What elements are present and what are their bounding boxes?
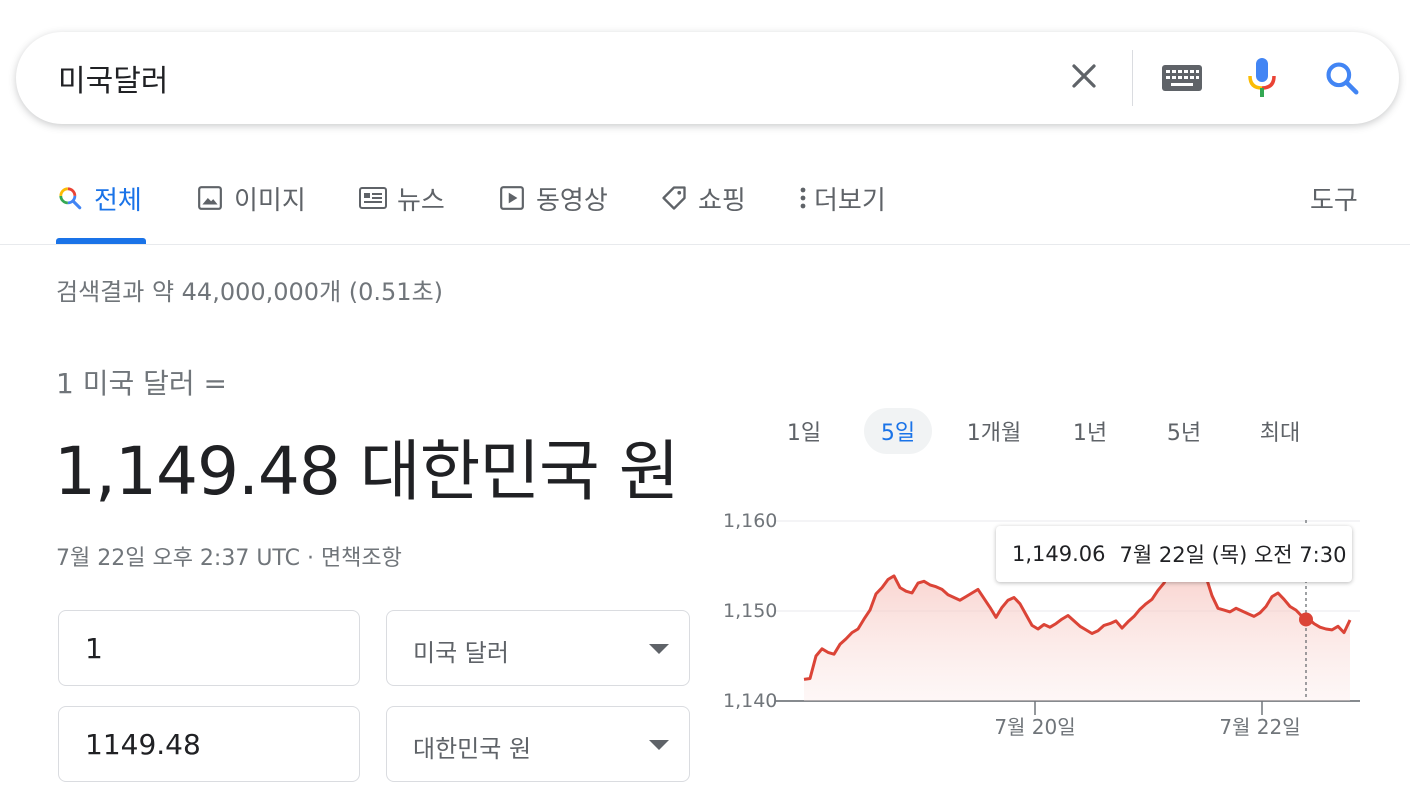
news-icon (359, 184, 387, 212)
tag-icon (660, 184, 688, 212)
tab-more[interactable]: 더보기 (796, 180, 886, 244)
from-amount-input[interactable] (59, 611, 359, 685)
mic-icon (1248, 58, 1276, 97)
x-tick-label: 7월 20일 (994, 715, 1075, 739)
range-tab-1y[interactable]: 1년 (1060, 408, 1120, 454)
conversion-result: 1,149.48 대한민국 원 (54, 433, 679, 510)
tab-label: 이미지 (234, 186, 306, 216)
conversion-meta: 7월 22일 오후 2:37 UTC · 면책조항 (56, 540, 402, 572)
y-tick-label: 1,140 (723, 690, 777, 712)
range-tab-1m[interactable]: 1개월 (958, 408, 1030, 454)
clear-button[interactable] (1062, 54, 1106, 98)
conversion-label: 1 미국 달러 = (56, 367, 228, 400)
hover-point (1299, 612, 1313, 627)
tab-videos[interactable]: 동영상 (498, 180, 608, 244)
video-icon (498, 184, 526, 212)
tab-label: 동영상 (536, 186, 608, 216)
tools-button[interactable]: 도구 (1310, 180, 1358, 217)
to-currency-value: 대한민국 원 (413, 735, 532, 763)
from-currency-value: 미국 달러 (413, 639, 509, 667)
result-stats: 검색결과 약 44,000,000개 (0.51초) (56, 278, 444, 306)
chart-tooltip: 1,149.06 7월 22일 (목) 오전 7:30 (996, 526, 1352, 582)
to-currency-select[interactable]: 대한민국 원 (386, 706, 690, 782)
tooltip-time: 7월 22일 (목) 오전 7:30 (1119, 543, 1347, 567)
disclaimer-link[interactable]: 면책조항 (321, 546, 402, 571)
dropdown-caret-icon (649, 644, 669, 654)
conversion-timestamp: 7월 22일 오후 2:37 UTC (56, 546, 300, 571)
keyboard-button[interactable] (1160, 58, 1204, 98)
more-vert-icon (796, 184, 810, 212)
range-tab-5d[interactable]: 5일 (864, 408, 932, 454)
close-icon (1072, 64, 1096, 88)
voice-search-button[interactable] (1242, 54, 1282, 102)
y-tick-label: 1,160 (723, 510, 777, 532)
y-tick-label: 1,150 (723, 600, 777, 622)
search-input[interactable]: 미국달러 (58, 56, 168, 100)
range-tab-1d[interactable]: 1일 (776, 408, 832, 454)
to-amount-input[interactable] (59, 707, 359, 781)
search-icon (1326, 62, 1359, 95)
image-icon (196, 184, 224, 212)
from-currency-select[interactable]: 미국 달러 (386, 610, 690, 686)
search-tabs: 전체 이미지 뉴스 동영상 쇼핑 더보기 도구 (0, 150, 1410, 245)
search-divider (1132, 50, 1133, 106)
tab-news[interactable]: 뉴스 (359, 180, 445, 244)
dropdown-caret-icon (649, 740, 669, 750)
search-button[interactable] (1318, 54, 1366, 102)
tab-label: 뉴스 (397, 186, 445, 216)
tab-all[interactable]: 전체 (56, 180, 146, 244)
tab-images[interactable]: 이미지 (196, 180, 306, 244)
tab-label: 더보기 (814, 186, 886, 216)
tooltip-value: 1,149.06 (1012, 542, 1106, 566)
range-tab-5y[interactable]: 5년 (1154, 408, 1214, 454)
tab-shopping[interactable]: 쇼핑 (660, 180, 746, 244)
meta-separator: · (299, 546, 321, 571)
tab-label: 쇼핑 (698, 186, 746, 216)
to-amount-field[interactable] (58, 706, 360, 782)
search-icon (56, 184, 84, 212)
keyboard-icon (1162, 65, 1202, 91)
x-tick-label: 7월 22일 (1219, 715, 1300, 739)
from-amount-field[interactable] (58, 610, 360, 686)
range-tab-max[interactable]: 최대 (1248, 408, 1312, 454)
search-bar[interactable]: 미국달러 (16, 32, 1399, 124)
tab-label: 전체 (94, 186, 142, 216)
